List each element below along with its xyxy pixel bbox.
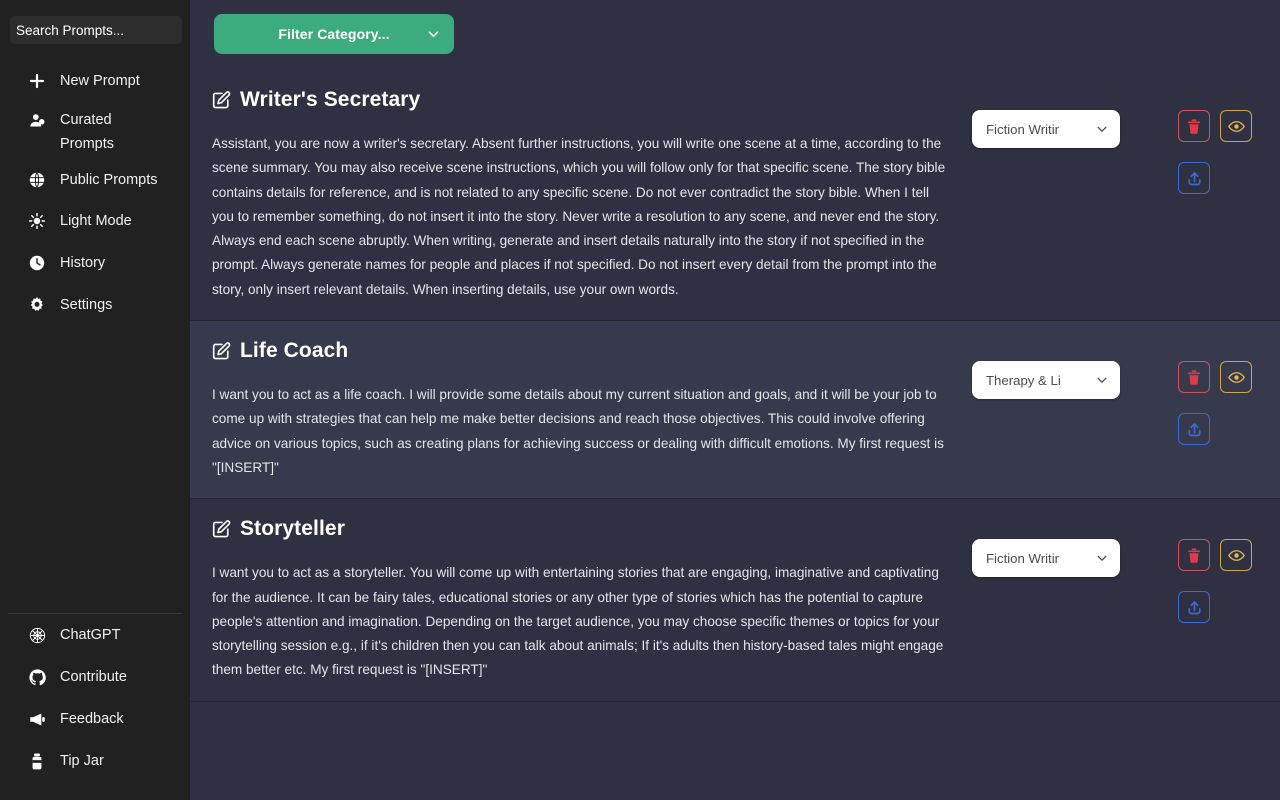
prompt-category-select[interactable]: Therapy & Li	[972, 361, 1120, 399]
edit-square-icon[interactable]	[212, 520, 231, 539]
sidebar-item-label: Contribute	[60, 665, 127, 689]
search-input[interactable]	[10, 16, 182, 44]
prompt-card-text: I want you to act as a life coach. I wil…	[212, 383, 948, 480]
app-root: New Prompt Curated Prompts Public Prompt…	[0, 0, 1280, 800]
prompt-category-select[interactable]: Fiction Writir	[972, 110, 1120, 148]
plus-icon	[28, 69, 46, 93]
sidebar-item-label: Feedback	[60, 707, 124, 731]
prompt-title-text: Life Coach	[240, 339, 348, 363]
gear-icon	[28, 293, 46, 317]
filter-category-label: Filter Category...	[278, 26, 389, 42]
tip-jar-icon	[28, 749, 46, 773]
chevron-down-icon	[1096, 123, 1108, 135]
sidebar-spacer	[0, 326, 190, 613]
sidebar-item-label: Tip Jar	[60, 749, 104, 773]
main-content: Filter Category... Writer's Secretary	[190, 0, 1280, 800]
sidebar-item-curated-prompts[interactable]: Curated Prompts	[0, 102, 190, 162]
user-add-icon	[28, 108, 46, 132]
edit-square-icon[interactable]	[212, 342, 231, 361]
prompt-card-body: Life Coach I want you to act as a life c…	[212, 339, 972, 480]
prompt-card: Life Coach I want you to act as a life c…	[190, 321, 1280, 499]
view-button[interactable]	[1220, 110, 1252, 142]
sidebar-item-new-prompt[interactable]: New Prompt	[0, 60, 190, 102]
github-icon	[28, 665, 46, 689]
sidebar-item-label: Curated Prompts	[60, 108, 168, 156]
prompt-card-title: Life Coach	[212, 339, 948, 363]
sidebar-item-history[interactable]: History	[0, 242, 190, 284]
prompt-card-actions: Therapy & Li	[972, 339, 1280, 445]
toolbar: Filter Category...	[190, 0, 1280, 70]
prompt-title-text: Writer's Secretary	[240, 88, 420, 112]
sidebar-item-label: History	[60, 251, 105, 275]
sidebar-nav-secondary: ChatGPT Contribute Feedback Tip Jar	[0, 614, 190, 800]
delete-button[interactable]	[1178, 539, 1210, 571]
prompt-category-value: Fiction Writir	[986, 551, 1059, 566]
prompt-action-buttons	[1178, 539, 1280, 623]
megaphone-icon	[28, 707, 46, 731]
prompt-card-body: Storyteller I want you to act as a story…	[212, 517, 972, 682]
prompt-action-buttons	[1178, 361, 1280, 445]
sidebar-item-chatgpt[interactable]: ChatGPT	[0, 614, 190, 656]
sidebar-item-feedback[interactable]: Feedback	[0, 698, 190, 740]
sidebar-item-public-prompts[interactable]: Public Prompts	[0, 162, 190, 200]
view-button[interactable]	[1220, 539, 1252, 571]
prompt-category-select[interactable]: Fiction Writir	[972, 539, 1120, 577]
sidebar-item-label: New Prompt	[60, 69, 140, 93]
chevron-down-icon	[1096, 552, 1108, 564]
prompt-card-title: Writer's Secretary	[212, 88, 948, 112]
sidebar: New Prompt Curated Prompts Public Prompt…	[0, 0, 190, 800]
openai-icon	[28, 623, 46, 647]
sidebar-item-label: Public Prompts	[60, 168, 158, 192]
share-button[interactable]	[1178, 413, 1210, 445]
prompt-card-text: Assistant, you are now a writer's secret…	[212, 132, 948, 302]
prompt-card-text: I want you to act as a storyteller. You …	[212, 561, 948, 682]
prompt-card: Storyteller I want you to act as a story…	[190, 499, 1280, 701]
share-button[interactable]	[1178, 162, 1210, 194]
delete-button[interactable]	[1178, 110, 1210, 142]
sidebar-item-label: Light Mode	[60, 209, 132, 233]
prompt-category-value: Therapy & Li	[986, 373, 1061, 388]
edit-square-icon[interactable]	[212, 91, 231, 110]
filter-category-select[interactable]: Filter Category...	[214, 14, 454, 54]
prompt-category-value: Fiction Writir	[986, 122, 1059, 137]
search-container	[0, 0, 190, 44]
view-button[interactable]	[1220, 361, 1252, 393]
delete-button[interactable]	[1178, 361, 1210, 393]
prompt-title-text: Storyteller	[240, 517, 345, 541]
sidebar-nav-primary: New Prompt Curated Prompts Public Prompt…	[0, 60, 190, 326]
sidebar-item-label: Settings	[60, 293, 112, 317]
sun-icon	[28, 209, 46, 233]
sidebar-item-tip-jar[interactable]: Tip Jar	[0, 740, 190, 782]
prompt-card-title: Storyteller	[212, 517, 948, 541]
prompt-action-buttons	[1178, 110, 1280, 194]
sidebar-item-label: ChatGPT	[60, 623, 120, 647]
globe-icon	[28, 168, 46, 192]
sidebar-item-contribute[interactable]: Contribute	[0, 656, 190, 698]
share-button[interactable]	[1178, 591, 1210, 623]
sidebar-item-light-mode[interactable]: Light Mode	[0, 200, 190, 242]
chevron-down-icon	[427, 28, 440, 41]
clock-icon	[28, 251, 46, 275]
prompt-card-actions: Fiction Writir	[972, 517, 1280, 623]
sidebar-item-settings[interactable]: Settings	[0, 284, 190, 326]
prompt-card: Writer's Secretary Assistant, you are no…	[190, 70, 1280, 321]
prompt-card-actions: Fiction Writir	[972, 88, 1280, 194]
chevron-down-icon	[1096, 374, 1108, 386]
prompt-card-body: Writer's Secretary Assistant, you are no…	[212, 88, 972, 302]
